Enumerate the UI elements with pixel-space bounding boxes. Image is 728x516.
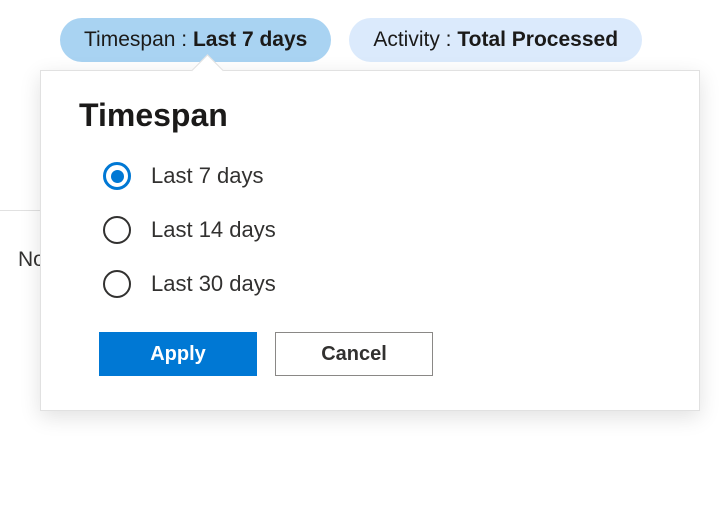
divider — [0, 210, 40, 211]
activity-pill-key: Activity : — [373, 28, 457, 51]
timespan-pill-key: Timespan : — [84, 28, 193, 51]
activity-pill[interactable]: Activity : Total Processed — [349, 18, 642, 62]
radio-label: Last 14 days — [151, 217, 276, 243]
apply-button[interactable]: Apply — [99, 332, 257, 376]
radio-label: Last 30 days — [151, 271, 276, 297]
timespan-pill[interactable]: Timespan : Last 7 days — [60, 18, 331, 62]
timespan-radio-group: Last 7 days Last 14 days Last 30 days — [103, 162, 661, 298]
radio-option-last-30-days[interactable]: Last 30 days — [103, 270, 661, 298]
radio-option-last-14-days[interactable]: Last 14 days — [103, 216, 661, 244]
radio-icon — [103, 270, 131, 298]
timespan-pill-value: Last 7 days — [193, 28, 307, 51]
radio-option-last-7-days[interactable]: Last 7 days — [103, 162, 661, 190]
popover-title: Timespan — [79, 97, 661, 134]
filter-pill-row: Timespan : Last 7 days Activity : Total … — [0, 0, 728, 62]
radio-label: Last 7 days — [151, 163, 264, 189]
radio-icon — [103, 216, 131, 244]
popover-button-row: Apply Cancel — [99, 332, 661, 376]
radio-icon — [103, 162, 131, 190]
timespan-popover: Timespan Last 7 days Last 14 days Last 3… — [40, 70, 700, 411]
cancel-button[interactable]: Cancel — [275, 332, 433, 376]
activity-pill-value: Total Processed — [457, 28, 618, 51]
